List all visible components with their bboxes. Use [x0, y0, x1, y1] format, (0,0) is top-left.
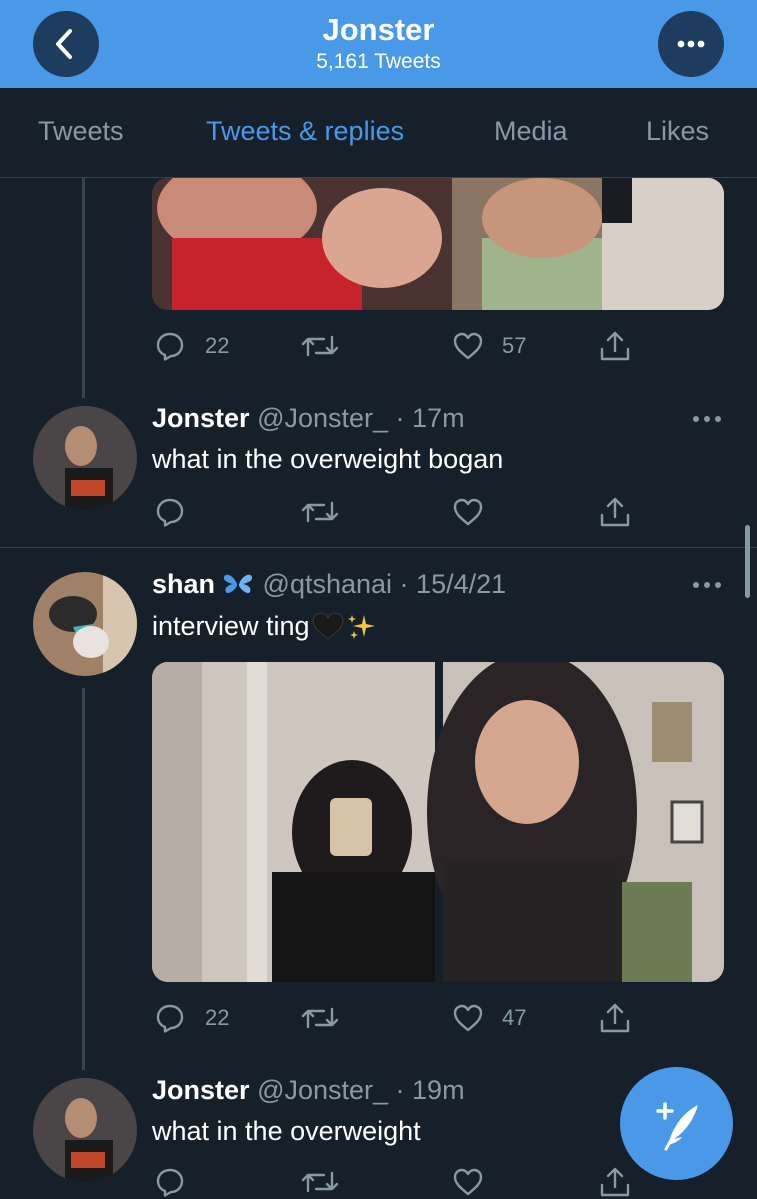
- retweet-icon: [301, 501, 339, 523]
- avatar-image: [33, 1078, 137, 1182]
- tweet-header: Jonster @Jonster_ · 17m: [152, 403, 465, 433]
- tab-likes[interactable]: Likes: [646, 116, 709, 147]
- share-icon: [600, 331, 630, 361]
- avatar-image: [33, 572, 137, 676]
- share-icon: [600, 497, 630, 527]
- more-horizontal-icon[interactable]: [690, 413, 724, 425]
- tweet-header: Jonster @Jonster_ · 19m: [152, 1075, 465, 1105]
- butterfly-icon: [223, 574, 253, 594]
- thread-line: [82, 688, 85, 1070]
- thread-line: [82, 178, 85, 398]
- like-count: 57: [502, 333, 527, 358]
- reply-button[interactable]: 22: [155, 331, 245, 361]
- retweet-icon: [301, 335, 339, 357]
- handle[interactable]: @qtshanai: [263, 569, 393, 599]
- tweet-text-line: interview ting: [152, 611, 378, 642]
- reply-button[interactable]: 22: [155, 1003, 245, 1033]
- share-button[interactable]: [598, 495, 632, 529]
- profile-header: Jonster 5,161 Tweets: [0, 0, 757, 88]
- heart-icon: [453, 332, 483, 360]
- retweet-icon: [301, 1007, 339, 1029]
- compose-tweet-icon: [656, 1102, 698, 1151]
- reply-button[interactable]: [155, 497, 185, 527]
- display-name[interactable]: Jonster: [152, 403, 250, 433]
- avatar[interactable]: [33, 406, 137, 510]
- share-icon: [600, 1003, 630, 1033]
- photo-image: [152, 178, 724, 310]
- heart-icon: [453, 498, 483, 526]
- profile-name: Jonster: [322, 12, 435, 47]
- heart-icon: [453, 1004, 483, 1032]
- reply-count: 22: [205, 333, 230, 358]
- reply-count: 22: [205, 1005, 230, 1030]
- reply-icon: [156, 498, 184, 527]
- timestamp[interactable]: 19m: [412, 1075, 465, 1105]
- share-button[interactable]: [598, 1001, 632, 1035]
- avatar[interactable]: [33, 572, 137, 676]
- profile-tabs: Tweets Tweets & replies Media Likes: [0, 88, 757, 264]
- black-heart-icon: [312, 612, 344, 640]
- reply-icon: [156, 1004, 184, 1033]
- retweet-button[interactable]: [300, 331, 340, 361]
- more-horizontal-icon[interactable]: [690, 579, 724, 591]
- avatar[interactable]: [33, 1078, 137, 1182]
- retweet-icon: [301, 1171, 339, 1193]
- tweet-photo[interactable]: [152, 178, 724, 310]
- like-button[interactable]: [452, 497, 484, 527]
- tab-tweets-and-replies[interactable]: Tweets & replies: [206, 116, 404, 147]
- avatar-image: [33, 406, 137, 510]
- display-name[interactable]: Jonster: [152, 1075, 250, 1105]
- like-count: 47: [502, 1005, 527, 1030]
- share-button[interactable]: [598, 329, 632, 363]
- more-button[interactable]: [658, 11, 724, 77]
- tweet-text: what in the overweight: [152, 1116, 421, 1146]
- reply-icon: [156, 332, 184, 361]
- retweet-button[interactable]: [300, 1003, 340, 1033]
- tweet-count: 5,161 Tweets: [316, 50, 441, 73]
- handle[interactable]: @Jonster_: [257, 1075, 388, 1105]
- retweet-button[interactable]: [300, 497, 340, 527]
- retweet-button[interactable]: [300, 1167, 340, 1197]
- tab-tweets[interactable]: Tweets: [38, 116, 124, 147]
- like-button[interactable]: 57: [452, 331, 542, 361]
- compose-tweet-button[interactable]: [620, 1067, 733, 1180]
- heart-icon: [453, 1168, 483, 1196]
- sparkles-icon: [347, 615, 375, 639]
- reply-button[interactable]: [155, 1167, 185, 1197]
- like-button[interactable]: 47: [452, 1003, 542, 1033]
- tweet-header: shan @qtshanai · 15/4/21: [152, 569, 507, 599]
- handle[interactable]: @Jonster_: [257, 403, 388, 433]
- scrollbar[interactable]: [745, 525, 750, 598]
- timestamp[interactable]: 15/4/21: [416, 569, 506, 599]
- tweet-photo-gallery[interactable]: [152, 662, 724, 982]
- tab-media[interactable]: Media: [494, 116, 568, 147]
- tweet-text: interview ting: [152, 611, 310, 641]
- like-button[interactable]: [452, 1167, 484, 1197]
- tweet-text: what in the overweight bogan: [152, 444, 504, 474]
- timestamp[interactable]: 17m: [412, 403, 465, 433]
- more-horizontal-icon: [677, 40, 705, 48]
- photo-image: [152, 662, 724, 982]
- reply-icon: [156, 1168, 184, 1197]
- divider: [0, 547, 757, 548]
- display-name[interactable]: shan: [152, 569, 215, 599]
